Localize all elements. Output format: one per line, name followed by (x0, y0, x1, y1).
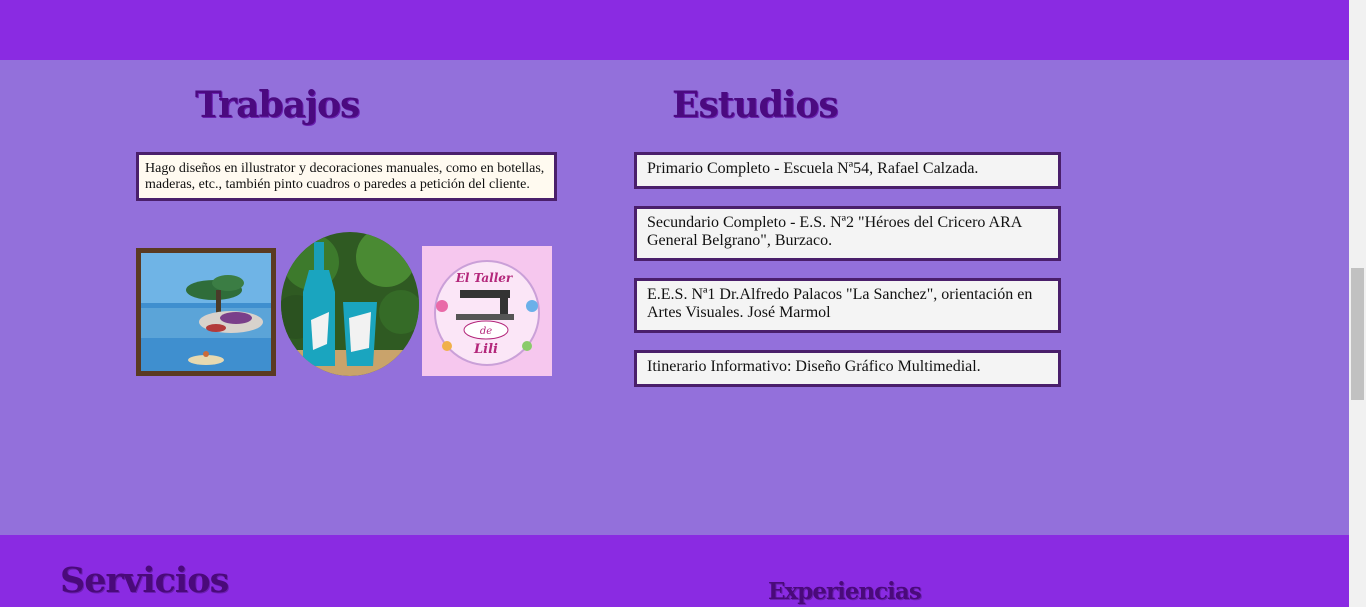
estudio-item: E.E.S. Nª1 Dr.Alfredo Palacos "La Sanche… (634, 278, 1061, 333)
estudio-item: Itinerario Informativo: Diseño Gráfico M… (634, 350, 1061, 387)
svg-text:de: de (480, 326, 492, 337)
trabajos-heading: Trabajos (195, 84, 360, 126)
svg-text:El Taller: El Taller (455, 271, 514, 285)
svg-text:Lili: Lili (473, 342, 498, 357)
page: Trabajos Hago diseños en illustrator y d… (0, 0, 1349, 607)
estudios-heading: Estudios (672, 84, 839, 126)
header-band (0, 0, 1349, 60)
scrollbar-thumb[interactable] (1351, 268, 1364, 400)
experiencias-heading: Experiencias (768, 578, 922, 605)
estudio-item: Primario Completo - Escuela Nª54, Rafael… (634, 152, 1061, 189)
painting-image (136, 248, 276, 376)
servicios-heading: Servicios (60, 560, 229, 601)
bottles-image (281, 232, 419, 376)
estudio-item: Secundario Completo - E.S. Nª2 "Héroes d… (634, 206, 1061, 261)
trabajos-description: Hago diseños en illustrator y decoracion… (136, 152, 557, 201)
taller-lili-logo: El Taller de Lili (422, 246, 552, 376)
